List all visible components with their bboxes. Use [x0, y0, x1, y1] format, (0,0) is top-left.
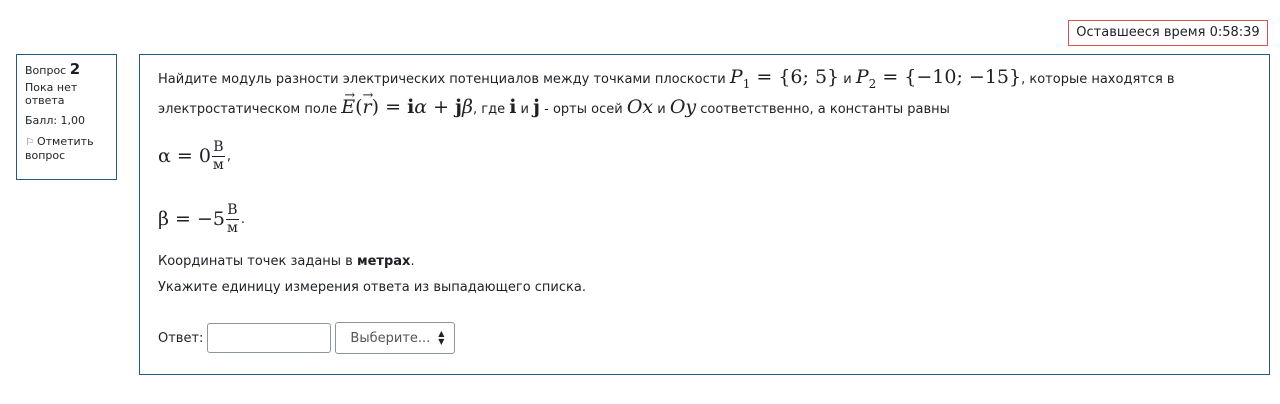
field-vector-e: → E	[341, 88, 356, 118]
coordinates-note: Координаты точек заданы в метрах.	[158, 254, 415, 269]
alpha-unit-fraction: В м	[211, 138, 225, 173]
point-p2: P2	[855, 66, 877, 91]
question-number: Вопрос 2	[25, 60, 81, 78]
unit-hint: Укажите единицу измерения ответа из выпа…	[158, 280, 586, 295]
flag-question-link[interactable]: ⚐ Отметить вопрос	[25, 135, 110, 162]
beta-unit-fraction: В м	[226, 201, 239, 236]
timer-label: Оставшееся время	[1076, 25, 1206, 40]
question-info: Вопрос 2 Пока нет ответа Балл: 1,00 ⚐ Отм…	[16, 54, 117, 180]
question-text-line-2: электростатическом поле → E(→ r) = iα + jβ…	[158, 88, 950, 124]
answer-input[interactable]	[207, 323, 332, 353]
answer-row: Ответ: Выберите... ▲ ▼	[158, 322, 456, 354]
point-p1: P1	[729, 66, 751, 91]
question-state: Пока нет ответа	[25, 81, 78, 107]
timer-value: 0:58:39	[1209, 25, 1260, 40]
question-grade: Балл: 1,00	[25, 114, 86, 127]
question-content: Найдите модуль разности электрических по…	[139, 54, 1270, 375]
flag-icon: ⚐	[25, 137, 34, 148]
unit-select-value: Выберите...	[350, 330, 431, 346]
alpha-formula: α = 0 В м ,	[158, 138, 231, 173]
remaining-time: Оставшееся время 0:58:39	[1068, 20, 1268, 46]
axis-oy: Oy	[669, 96, 697, 118]
select-caret-icon: ▲ ▼	[438, 329, 445, 346]
answer-label: Ответ:	[158, 330, 204, 346]
flag-label: Отметить вопрос	[25, 135, 94, 162]
question-number-value: 2	[69, 60, 81, 78]
beta-formula: β = −5 В м .	[158, 201, 246, 236]
axis-ox: Ox	[626, 96, 654, 118]
field-vector-r: → r	[362, 88, 374, 118]
unit-select[interactable]: Выберите... ▲ ▼	[335, 322, 456, 354]
